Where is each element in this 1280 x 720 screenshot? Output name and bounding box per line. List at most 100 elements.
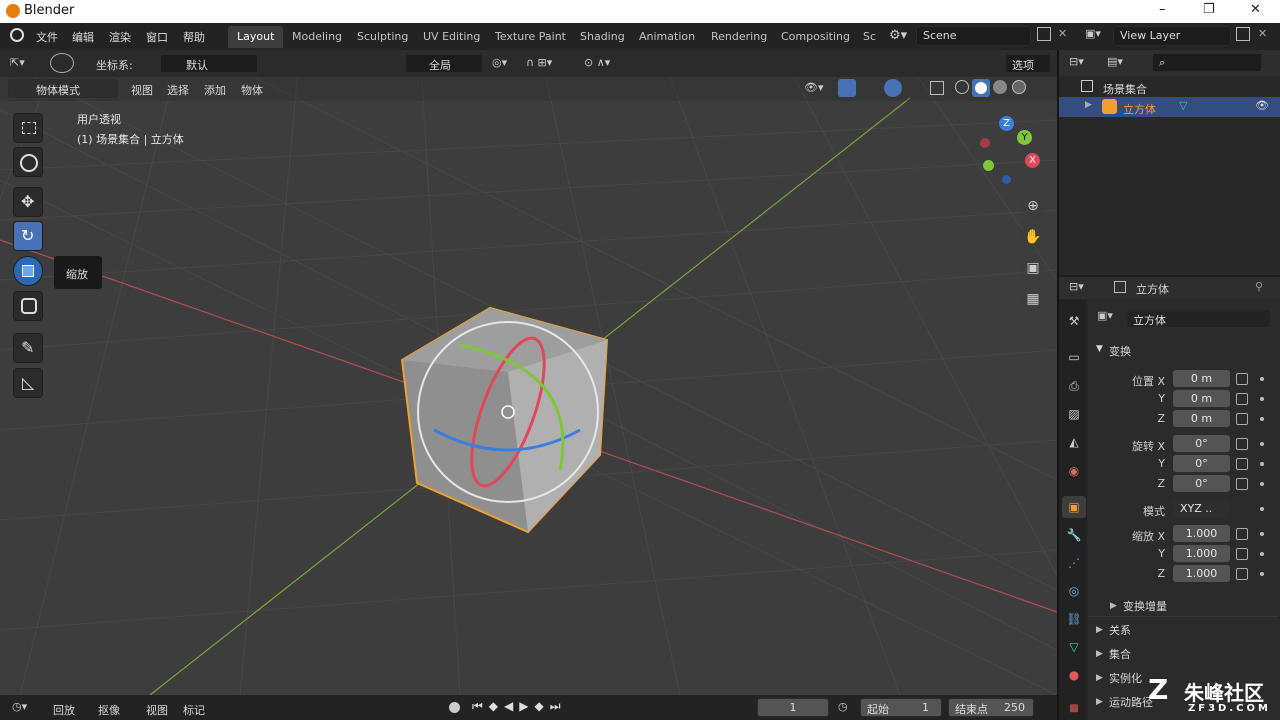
remove-view-layer-icon[interactable]: ✕ [1258, 27, 1267, 40]
playback-menu[interactable]: 回放 [53, 702, 75, 718]
scale-tool-button[interactable] [13, 256, 43, 286]
tab-layout[interactable]: Layout [228, 26, 284, 48]
lock-icon[interactable] [1236, 438, 1248, 450]
mesh-data-icon[interactable]: ▽ [1179, 99, 1187, 112]
y-axis-icon[interactable]: Y [1017, 130, 1032, 145]
object-name-field[interactable]: 立方体 [1126, 309, 1271, 328]
remove-scene-icon[interactable]: ✕ [1058, 27, 1067, 40]
keyframe-dot-icon[interactable] [1260, 377, 1264, 381]
relations-panel[interactable]: 关系 [1109, 622, 1131, 638]
delta-expand-icon[interactable]: ▶ [1110, 601, 1117, 611]
material-tab-icon[interactable]: ● [1062, 664, 1086, 686]
object-tab-icon[interactable]: ▣ [1062, 496, 1086, 518]
menu-object[interactable]: 物体 [241, 82, 263, 98]
menu-window[interactable]: 窗口 [146, 29, 168, 45]
location-x-field[interactable]: 0 m [1173, 370, 1230, 387]
scale-z-field[interactable]: 1.000 [1173, 565, 1230, 582]
start-frame-field[interactable]: 起始 1 [860, 698, 942, 717]
keyframe-dot-icon[interactable] [1260, 397, 1264, 401]
lock-icon[interactable] [1236, 528, 1248, 540]
visibility-icon[interactable]: 👁▾ [804, 81, 824, 94]
tool-icon[interactable]: ⇱▾ [10, 56, 25, 69]
material-shading-icon[interactable] [993, 80, 1007, 94]
collections-expand-icon[interactable]: ▶ [1096, 649, 1103, 659]
transform-header[interactable]: 变换 [1109, 343, 1131, 359]
menu-view[interactable]: 视图 [131, 82, 153, 98]
instancing-panel[interactable]: 实例化 [1109, 670, 1142, 686]
expand-arrow-icon[interactable]: ▶ [1085, 100, 1092, 110]
options-dropdown[interactable]: 选项 [1005, 54, 1051, 73]
orientation-gizmo-icon[interactable] [50, 53, 74, 73]
data-tab-icon[interactable]: ▽ [1062, 636, 1086, 658]
keying-menu[interactable]: 抠像 [98, 702, 120, 718]
lock-icon[interactable] [1236, 373, 1248, 385]
ortho-grid-icon[interactable]: ▦ [1020, 286, 1046, 312]
clock-icon[interactable]: ◷ [838, 700, 848, 713]
relations-expand-icon[interactable]: ▶ [1096, 625, 1103, 635]
location-z-field[interactable]: 0 m [1173, 410, 1230, 427]
move-tool-button[interactable]: ✥ [13, 187, 43, 217]
coord-dropdown[interactable]: 默认 [160, 54, 258, 73]
outliner-row-cube[interactable]: ▶ 立方体 ▽ 👁 [1059, 97, 1280, 117]
world-tab-icon[interactable]: ◉ [1062, 460, 1086, 482]
menu-render[interactable]: 渲染 [109, 29, 131, 45]
keyframe-dot-icon[interactable] [1260, 482, 1264, 486]
camera-icon[interactable]: ▣ [1020, 255, 1046, 281]
keyframe-dot-icon[interactable] [1260, 442, 1264, 446]
pan-hand-icon[interactable]: ✋ [1020, 224, 1046, 250]
tab-uv-editing[interactable]: UV Editing [414, 26, 489, 48]
texture-tab-icon[interactable]: ▩ [1062, 698, 1086, 720]
properties-type-icon[interactable]: ⊟▾ [1069, 280, 1084, 293]
restore-button[interactable]: ❐ [1203, 2, 1215, 17]
3d-viewport[interactable]: 用户透视 (1) 场景集合 | 立方体 ✥ ↻ 缩放 ✎ ◺ X Y Z ⊕ ✋… [0, 50, 1057, 695]
delta-transform-panel[interactable]: 变换增量 [1123, 598, 1167, 614]
new-scene-icon[interactable] [1037, 27, 1051, 41]
tab-texture-paint[interactable]: Texture Paint [486, 26, 575, 48]
display-mode-icon[interactable]: ▤▾ [1107, 55, 1123, 68]
blender-menu-icon[interactable] [10, 28, 24, 42]
physics-tab-icon[interactable]: ◎ [1062, 580, 1086, 602]
instancing-expand-icon[interactable]: ▶ [1096, 673, 1103, 683]
scene-tab-icon[interactable]: ◭ [1062, 431, 1086, 453]
menu-select[interactable]: 选择 [167, 82, 189, 98]
timeline-view-menu[interactable]: 视图 [146, 702, 168, 718]
keyframe-dot-icon[interactable] [1260, 417, 1264, 421]
keyframe-dot-icon[interactable] [1260, 572, 1264, 576]
tab-compositing[interactable]: Compositing [772, 26, 859, 48]
rendered-shading-icon[interactable] [1012, 80, 1026, 94]
view-layer-icon[interactable]: ▣▾ [1085, 27, 1101, 40]
x-axis-icon[interactable]: X [1025, 153, 1040, 168]
tab-animation[interactable]: Animation [630, 26, 704, 48]
constraints-tab-icon[interactable]: ⛓ [1062, 608, 1086, 630]
lock-icon[interactable] [1236, 478, 1248, 490]
outliner-root[interactable]: 场景集合 [1103, 81, 1147, 97]
lock-icon[interactable] [1236, 548, 1248, 560]
marker-menu[interactable]: 标记 [183, 702, 205, 718]
view-layer-field[interactable]: View Layer [1113, 26, 1231, 46]
neg-x-axis-icon[interactable] [980, 138, 990, 148]
menu-edit[interactable]: 编辑 [72, 29, 94, 45]
keyframe-dot-icon[interactable] [1260, 532, 1264, 536]
proportional-edit-icon[interactable]: ⊙ ∧▾ [584, 56, 610, 69]
particles-tab-icon[interactable]: ⋰ [1062, 552, 1086, 574]
mode-dropdown[interactable]: 物体模式 [8, 79, 118, 98]
visibility-eye-icon[interactable]: 👁 [1255, 99, 1269, 112]
pivot-icon[interactable]: ◎▾ [492, 56, 507, 69]
select-box-tool-button[interactable] [13, 113, 43, 143]
transform-expand-icon[interactable]: ▼ [1096, 344, 1103, 354]
tab-rendering[interactable]: Rendering [702, 26, 776, 48]
motion-paths-expand-icon[interactable]: ▶ [1096, 697, 1103, 707]
keyframe-dot-icon[interactable] [1260, 552, 1264, 556]
outliner-search-input[interactable]: ⌕ [1152, 53, 1262, 72]
annotate-tool-button[interactable]: ✎ [13, 333, 43, 363]
neg-z-axis-icon[interactable] [1002, 175, 1011, 184]
object-datablock-icon[interactable]: ▣▾ [1097, 309, 1113, 322]
menu-help[interactable]: 帮助 [183, 29, 205, 45]
neg-y-axis-icon[interactable] [983, 160, 994, 171]
scene-field[interactable]: Scene [916, 26, 1031, 46]
outliner-type-icon[interactable]: ⊟▾ [1069, 55, 1084, 68]
menu-add[interactable]: 添加 [204, 82, 226, 98]
keyframe-dot-icon[interactable] [1260, 507, 1264, 511]
motion-paths-panel[interactable]: 运动路径 [1109, 694, 1153, 710]
solid-shading-icon[interactable] [972, 79, 990, 97]
